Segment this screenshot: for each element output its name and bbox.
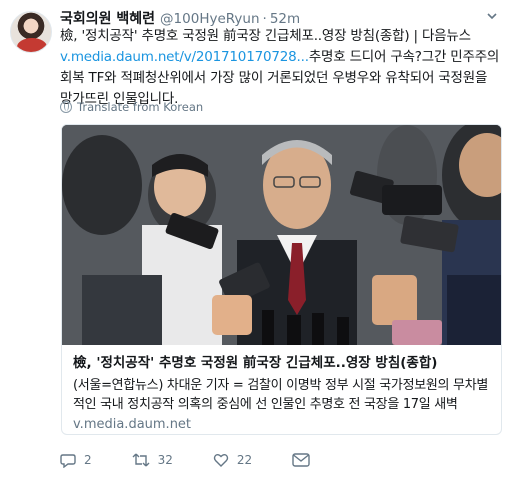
- author-avatar[interactable]: [10, 11, 52, 53]
- tweet-text-lead: 檢, '정치공작' 추명호 국정원 前국장 긴급체포..영장 방침(종합) | …: [60, 28, 471, 44]
- translate-link[interactable]: Translate from Korean: [60, 100, 203, 114]
- like-count: 22: [236, 453, 253, 467]
- tweet-header: 국회의원 백혜련 @100HyeRyun · 52m: [60, 8, 300, 28]
- retweet-count: 32: [157, 453, 173, 467]
- tweet: 국회의원 백혜련 @100HyeRyun · 52m 檢, '정치공작' 추명호…: [0, 0, 510, 478]
- card-body: 檢, '정치공작' 추명호 국정원 前국장 긴급체포..영장 방침(종합) (서…: [62, 345, 501, 434]
- envelope-icon: [292, 453, 310, 467]
- link-card[interactable]: 檢, '정치공작' 추명호 국정원 前국장 긴급체포..영장 방침(종합) (서…: [61, 124, 502, 435]
- tweet-actions: 2 32 22: [60, 452, 358, 468]
- reply-button[interactable]: 2: [60, 452, 92, 468]
- direct-message-button[interactable]: [292, 453, 318, 467]
- translate-label: Translate from Korean: [77, 100, 204, 114]
- tweet-timestamp[interactable]: 52m: [270, 11, 300, 27]
- like-button[interactable]: 22: [213, 452, 252, 468]
- author-name[interactable]: 국회의원 백혜련: [60, 8, 155, 28]
- heart-icon: [213, 454, 229, 467]
- reply-count: 2: [84, 453, 92, 467]
- card-domain: v.media.daum.net: [73, 417, 192, 432]
- retweet-button[interactable]: 32: [132, 452, 173, 468]
- tweet-link[interactable]: v.media.daum.net/v/201710170728...: [60, 49, 309, 65]
- retweet-icon: [132, 453, 150, 467]
- globe-icon: [60, 101, 72, 113]
- card-description: (서울=연합뉴스) 차대운 기자 = 검찰이 이명박 정부 시절 국가정보원의 …: [73, 378, 489, 412]
- card-image: [62, 125, 501, 345]
- tweet-text: 檢, '정치공작' 추명호 국정원 前국장 긴급체포..영장 방침(종합) | …: [60, 26, 502, 110]
- chevron-down-icon[interactable]: [484, 10, 500, 26]
- header-separator: ·: [262, 11, 267, 27]
- author-handle[interactable]: @100HyeRyun: [160, 11, 259, 27]
- reply-icon: [60, 454, 76, 468]
- card-title: 檢, '정치공작' 추명호 국정원 前국장 긴급체포..영장 방침(종합): [73, 355, 438, 371]
